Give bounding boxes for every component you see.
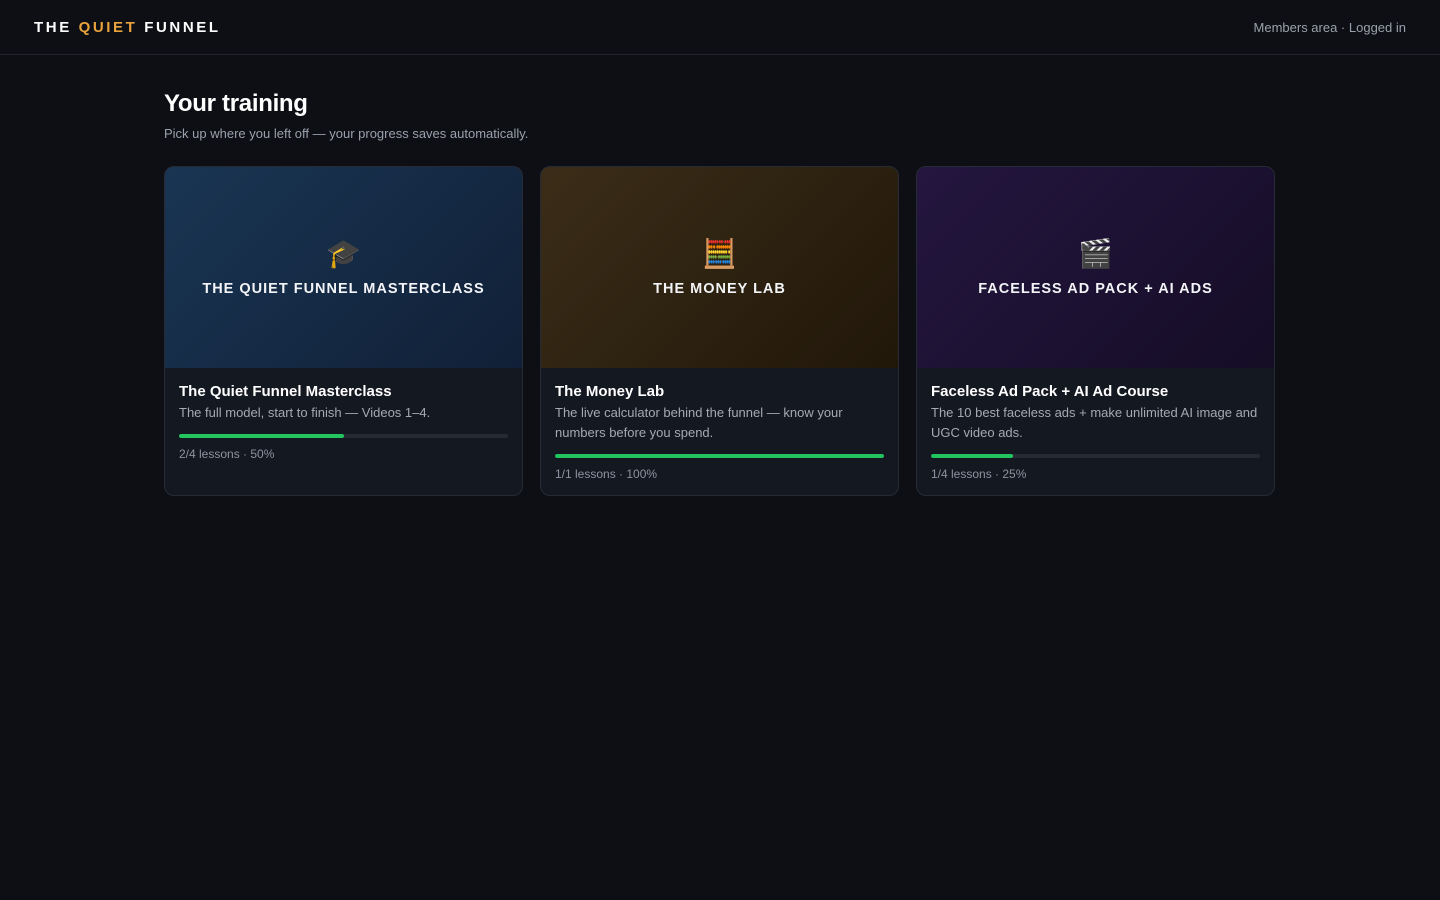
page-title: Your training bbox=[164, 90, 308, 117]
progress-fill bbox=[555, 454, 884, 458]
course-description: The live calculator behind the funnel — … bbox=[555, 405, 843, 440]
course-info: The Money Lab The live calculator behind… bbox=[541, 368, 898, 495]
course-card-masterclass[interactable]: 🎓 THE QUIET FUNNEL MASTERCLASS The Quiet… bbox=[164, 166, 523, 496]
course-cover: 🎓 THE QUIET FUNNEL MASTERCLASS bbox=[165, 167, 522, 368]
course-card-money-lab[interactable]: 🧮 THE MONEY LAB The Money Lab The live c… bbox=[540, 166, 899, 496]
progress-fill bbox=[179, 434, 344, 438]
progress-fill bbox=[931, 454, 1014, 458]
course-name: The Quiet Funnel Masterclass bbox=[179, 383, 392, 400]
course-info: The Quiet Funnel Masterclass The full mo… bbox=[165, 368, 522, 475]
course-description: The full model, start to finish — Videos… bbox=[179, 405, 431, 420]
progress-bar bbox=[555, 454, 884, 458]
cover-title: THE QUIET FUNNEL MASTERCLASS bbox=[202, 280, 485, 297]
course-cover: 🧮 THE MONEY LAB bbox=[541, 167, 898, 368]
progress-label: 2/4 lessons · 50% bbox=[179, 447, 275, 461]
progress-bar bbox=[931, 454, 1260, 458]
page-subtitle: Pick up where you left off — your progre… bbox=[164, 126, 529, 141]
course-info: Faceless Ad Pack + AI Ad Course The 10 b… bbox=[917, 368, 1274, 495]
course-name: Faceless Ad Pack + AI Ad Course bbox=[931, 383, 1169, 400]
course-list: 🎓 THE QUIET FUNNEL MASTERCLASS The Quiet… bbox=[164, 166, 1276, 496]
cover-title: FACELESS AD PACK + AI ADS bbox=[978, 280, 1213, 297]
main-content: Your training Pick up where you left off… bbox=[0, 55, 1440, 496]
member-status: Members area · Logged in bbox=[1253, 19, 1406, 35]
abacus-icon: 🧮 bbox=[702, 237, 737, 269]
progress-label: 1/4 lessons · 25% bbox=[931, 467, 1027, 481]
graduation-cap-icon: 🎓 bbox=[326, 237, 361, 269]
clapperboard-icon: 🎬 bbox=[1078, 237, 1113, 269]
progress-label: 1/1 lessons · 100% bbox=[555, 467, 658, 481]
course-card-faceless-ads[interactable]: 🎬 FACELESS AD PACK + AI ADS Faceless Ad … bbox=[916, 166, 1275, 496]
brand-logo[interactable]: THE QUIET FUNNEL bbox=[34, 19, 221, 36]
top-bar: THE QUIET FUNNEL Members area · Logged i… bbox=[0, 0, 1440, 55]
progress-bar bbox=[179, 434, 508, 438]
course-description: The 10 best faceless ads + make unlimite… bbox=[931, 405, 1258, 440]
brand-suffix: FUNNEL bbox=[144, 18, 221, 36]
course-name: The Money Lab bbox=[555, 383, 665, 400]
cover-title: THE MONEY LAB bbox=[653, 280, 786, 297]
brand-accent: QUIET bbox=[78, 18, 138, 36]
brand-prefix: THE bbox=[34, 18, 72, 36]
course-cover: 🎬 FACELESS AD PACK + AI ADS bbox=[917, 167, 1274, 368]
